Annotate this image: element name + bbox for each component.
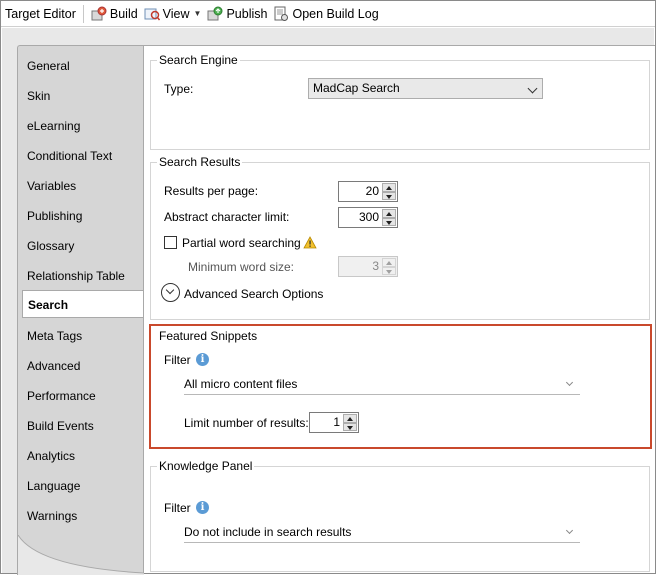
abstract-limit-label: Abstract character limit: — [164, 210, 290, 224]
abstract-limit-stepper[interactable]: 300 — [338, 207, 398, 228]
sidebar-item-relationship-table[interactable]: Relationship Table — [27, 268, 125, 284]
build-icon — [91, 6, 107, 22]
results-per-page-label: Results per page: — [164, 184, 259, 198]
sidebar-item-conditional-text[interactable]: Conditional Text — [27, 148, 112, 164]
partial-word-label[interactable]: Partial word searching — [182, 236, 301, 250]
abstract-limit-value: 300 — [358, 210, 379, 224]
min-word-size-stepper[interactable]: 3 — [338, 256, 398, 277]
search-type-value: MadCap Search — [313, 81, 400, 95]
open-build-log-label: Open Build Log — [292, 6, 379, 21]
sidebar-item-analytics[interactable]: Analytics — [27, 448, 75, 464]
sidebar-item-search[interactable]: Search — [22, 290, 145, 318]
expand-advanced-options-icon[interactable] — [161, 283, 180, 302]
target-editor-label: Target Editor — [1, 3, 79, 25]
view-button[interactable]: View ▼ — [141, 3, 205, 25]
view-icon — [144, 6, 160, 22]
increment-arrow-icon[interactable] — [382, 183, 396, 192]
sidebar-item-language[interactable]: Language — [27, 478, 80, 494]
sidebar-item-performance[interactable]: Performance — [27, 388, 96, 404]
min-word-size-label: Minimum word size: — [188, 260, 295, 274]
decrement-arrow-icon — [382, 266, 396, 275]
sidebar-item-meta-tags[interactable]: Meta Tags — [27, 328, 82, 344]
sidebar-item-advanced[interactable]: Advanced — [27, 358, 80, 374]
sidebar-curve — [18, 535, 144, 575]
knowledge-filter-value: Do not include in search results — [184, 525, 352, 539]
sidebar-item-build-events[interactable]: Build Events — [27, 418, 94, 434]
window: Target Editor Build View ▼ Publish Open … — [0, 0, 656, 575]
sidebar-item-warnings[interactable]: Warnings — [27, 508, 77, 524]
sidebar-item-variables[interactable]: Variables — [27, 178, 76, 194]
build-label: Build — [109, 6, 138, 21]
increment-arrow-icon[interactable] — [382, 209, 396, 218]
publish-label: Publish — [226, 6, 268, 21]
sidebar-item-elearning[interactable]: eLearning — [27, 118, 80, 134]
min-word-size-value: 3 — [372, 259, 379, 273]
advanced-search-options-label[interactable]: Advanced Search Options — [184, 287, 323, 301]
info-icon[interactable]: i — [196, 501, 209, 514]
open-build-log-button[interactable]: Open Build Log — [270, 3, 381, 25]
knowledge-filter-select[interactable]: Do not include in search results — [184, 523, 580, 543]
search-engine-group: Search Engine Type: MadCap Search — [150, 53, 650, 150]
search-results-group: Search Results Results per page: 20 Abst… — [150, 155, 650, 320]
chevron-down-icon — [527, 83, 538, 94]
build-button[interactable]: Build — [88, 3, 141, 25]
toolbar: Target Editor Build View ▼ Publish Open … — [1, 1, 655, 27]
target-editor-text: Target Editor — [5, 6, 76, 21]
chevron-down-icon — [565, 526, 574, 535]
decrement-arrow-icon[interactable] — [382, 217, 396, 226]
decrement-arrow-icon[interactable] — [382, 191, 396, 200]
content-panel: Search Engine Type: MadCap Search Search… — [143, 45, 655, 573]
search-results-title: Search Results — [157, 155, 243, 169]
results-per-page-stepper[interactable]: 20 — [338, 181, 398, 202]
view-label: View — [162, 6, 190, 21]
view-dropdown-icon[interactable]: ▼ — [194, 9, 202, 18]
sidebar-item-glossary[interactable]: Glossary — [27, 238, 74, 254]
featured-snippets-highlight — [149, 324, 652, 449]
publish-icon — [207, 6, 223, 22]
increment-arrow-icon — [382, 258, 396, 267]
publish-button[interactable]: Publish — [204, 3, 270, 25]
search-engine-title: Search Engine — [157, 53, 240, 67]
warning-icon — [303, 236, 317, 249]
search-type-select[interactable]: MadCap Search — [308, 78, 543, 99]
partial-word-checkbox[interactable] — [164, 236, 177, 249]
results-per-page-value: 20 — [365, 184, 379, 198]
build-log-icon — [273, 6, 289, 22]
knowledge-panel-title: Knowledge Panel — [157, 459, 255, 473]
type-label: Type: — [164, 82, 194, 96]
knowledge-panel-group: Knowledge Panel Filter i Do not include … — [150, 459, 650, 572]
sidebar-item-publishing[interactable]: Publishing — [27, 208, 82, 224]
knowledge-filter-label: Filter — [164, 501, 191, 515]
toolbar-separator — [82, 4, 84, 23]
sidebar: General Skin eLearning Conditional Text … — [17, 45, 145, 575]
sidebar-item-general[interactable]: General — [27, 58, 70, 74]
sidebar-item-skin[interactable]: Skin — [27, 88, 50, 104]
